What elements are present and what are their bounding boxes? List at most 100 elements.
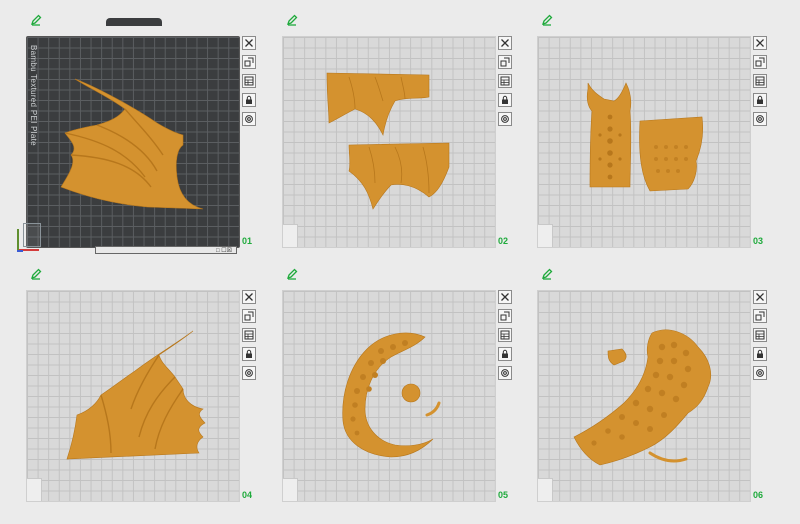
plate-toolbar — [498, 290, 512, 385]
lock-button[interactable] — [242, 93, 256, 107]
close-button[interactable] — [498, 290, 512, 304]
lock-button[interactable] — [242, 347, 256, 361]
edit-pencil-icon[interactable] — [30, 268, 42, 280]
model-wing-large[interactable] — [27, 37, 239, 247]
model-head-parts[interactable] — [538, 37, 750, 247]
model-wing-membranes[interactable] — [283, 37, 495, 247]
lock-icon — [500, 349, 510, 359]
auto-arrange-button[interactable] — [242, 55, 256, 69]
build-plate[interactable]: Bambu Textured PEI Plate □ ☐☒ — [17, 36, 240, 254]
plate-status-bar: □ ☐☒ — [95, 246, 237, 254]
plate-card-06[interactable]: 06 — [537, 280, 777, 520]
auto-arrange-icon — [755, 57, 765, 67]
settings-button[interactable] — [498, 112, 512, 126]
settings-icon — [755, 114, 765, 124]
lock-button[interactable] — [753, 93, 767, 107]
close-button[interactable] — [753, 290, 767, 304]
slice-plate-button[interactable] — [753, 328, 767, 342]
auto-arrange-icon — [500, 57, 510, 67]
auto-arrange-icon — [244, 57, 254, 67]
lock-button[interactable] — [498, 347, 512, 361]
auto-arrange-button[interactable] — [498, 309, 512, 323]
plate-corner-marker — [283, 224, 298, 247]
plate-toolbar — [498, 36, 512, 131]
close-icon — [500, 292, 510, 302]
slice-plate-icon — [500, 76, 510, 86]
plate-tab — [106, 18, 162, 26]
build-plate[interactable] — [26, 290, 240, 502]
lock-icon — [755, 349, 765, 359]
close-icon — [244, 292, 254, 302]
close-button[interactable] — [242, 36, 256, 50]
slice-plate-icon — [244, 76, 254, 86]
plate-card-02[interactable]: 02 — [282, 26, 522, 266]
plate-number: 05 — [498, 490, 509, 500]
model-tail-pieces[interactable] — [283, 291, 495, 501]
settings-icon — [500, 114, 510, 124]
auto-arrange-icon — [500, 311, 510, 321]
edit-pencil-icon[interactable] — [541, 14, 553, 26]
close-button[interactable] — [753, 36, 767, 50]
auto-arrange-button[interactable] — [242, 309, 256, 323]
model-body-tail[interactable] — [538, 291, 750, 501]
slice-plate-icon — [244, 330, 254, 340]
edit-pencil-icon[interactable] — [286, 268, 298, 280]
close-icon — [500, 38, 510, 48]
slice-plate-button[interactable] — [498, 328, 512, 342]
slice-plate-button[interactable] — [242, 74, 256, 88]
plate-card-05[interactable]: 05 — [282, 280, 522, 520]
auto-arrange-icon — [244, 311, 254, 321]
auto-arrange-button[interactable] — [753, 55, 767, 69]
plate-card-01[interactable]: Bambu Textured PEI Plate □ ☐☒ 01 — [17, 26, 266, 266]
auto-arrange-button[interactable] — [753, 309, 767, 323]
plate-card-03[interactable]: 03 — [537, 26, 777, 266]
y-axis-indicator — [17, 229, 19, 251]
build-plate[interactable] — [282, 36, 496, 248]
build-plate[interactable] — [537, 290, 751, 502]
slice-plate-button[interactable] — [242, 328, 256, 342]
plate-number: 01 — [242, 236, 253, 246]
lock-icon — [500, 95, 510, 105]
close-button[interactable] — [498, 36, 512, 50]
auto-arrange-icon — [755, 311, 765, 321]
plate-toolbar — [242, 36, 256, 131]
build-plate[interactable] — [282, 290, 496, 502]
plate-card-04[interactable]: 04 — [26, 280, 266, 520]
edit-pencil-icon[interactable] — [286, 14, 298, 26]
slice-plate-button[interactable] — [753, 74, 767, 88]
orientation-cube — [23, 223, 41, 247]
close-icon — [244, 38, 254, 48]
edit-pencil-icon[interactable] — [541, 268, 553, 280]
edit-pencil-icon[interactable] — [30, 14, 42, 26]
lock-icon — [755, 95, 765, 105]
plate-number: 02 — [498, 236, 509, 246]
plate-number: 06 — [753, 490, 764, 500]
settings-icon — [244, 368, 254, 378]
settings-button[interactable] — [242, 366, 256, 380]
settings-button[interactable] — [242, 112, 256, 126]
z-axis-indicator — [17, 250, 23, 252]
plate-toolbar — [242, 290, 256, 385]
slice-plate-icon — [755, 76, 765, 86]
plate-number: 04 — [242, 490, 253, 500]
lock-button[interactable] — [498, 93, 512, 107]
close-button[interactable] — [242, 290, 256, 304]
close-icon — [755, 38, 765, 48]
build-plate[interactable] — [537, 36, 751, 248]
plate-corner-marker — [283, 478, 298, 501]
close-icon — [755, 292, 765, 302]
slice-plate-icon — [755, 330, 765, 340]
slice-plate-button[interactable] — [498, 74, 512, 88]
plate-corner-marker — [538, 478, 553, 501]
settings-button[interactable] — [753, 366, 767, 380]
lock-button[interactable] — [753, 347, 767, 361]
settings-button[interactable] — [753, 112, 767, 126]
lock-icon — [244, 349, 254, 359]
plate-toolbar — [753, 290, 767, 385]
model-wing-right[interactable] — [27, 291, 239, 501]
plate-corner-marker — [538, 224, 553, 247]
auto-arrange-button[interactable] — [498, 55, 512, 69]
plate-toolbar — [753, 36, 767, 131]
settings-button[interactable] — [498, 366, 512, 380]
settings-icon — [244, 114, 254, 124]
